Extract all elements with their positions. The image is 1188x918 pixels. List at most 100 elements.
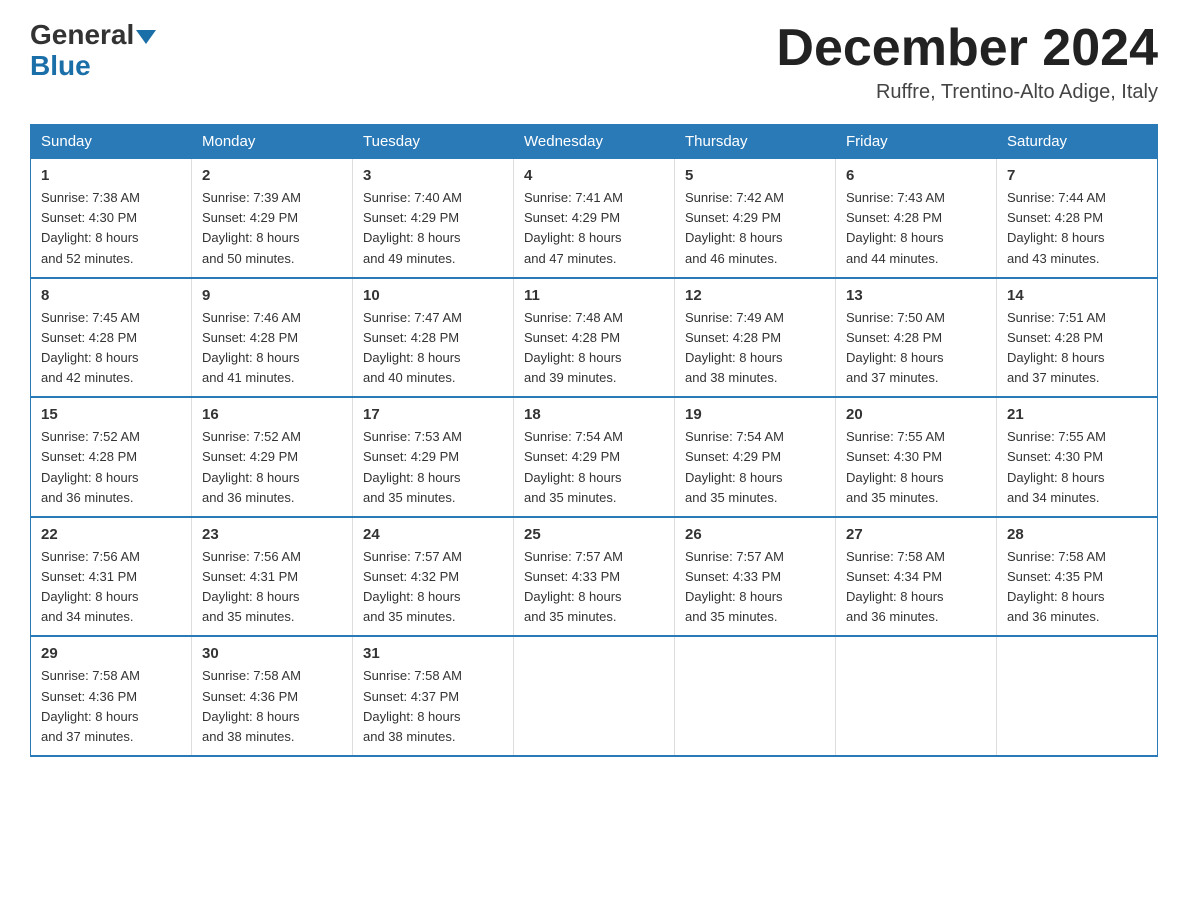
day-number: 21 — [1007, 406, 1147, 423]
day-info: Sunrise: 7:56 AM Sunset: 4:31 PM Dayligh… — [41, 547, 181, 628]
calendar-cell: 30 Sunrise: 7:58 AM Sunset: 4:36 PM Dayl… — [192, 636, 353, 756]
day-info: Sunrise: 7:55 AM Sunset: 4:30 PM Dayligh… — [1007, 427, 1147, 508]
calendar-cell — [675, 636, 836, 756]
calendar-cell: 28 Sunrise: 7:58 AM Sunset: 4:35 PM Dayl… — [997, 517, 1158, 637]
calendar-week-row: 8 Sunrise: 7:45 AM Sunset: 4:28 PM Dayli… — [31, 278, 1158, 398]
day-header-friday: Friday — [836, 125, 997, 159]
day-number: 13 — [846, 287, 986, 304]
title-block: December 2024 Ruffre, Trentino-Alto Adig… — [776, 20, 1158, 104]
day-number: 25 — [524, 526, 664, 543]
day-number: 6 — [846, 167, 986, 184]
calendar-cell: 12 Sunrise: 7:49 AM Sunset: 4:28 PM Dayl… — [675, 278, 836, 398]
calendar-cell: 21 Sunrise: 7:55 AM Sunset: 4:30 PM Dayl… — [997, 397, 1158, 517]
page-header: General Blue December 2024 Ruffre, Trent… — [30, 20, 1158, 104]
day-info: Sunrise: 7:46 AM Sunset: 4:28 PM Dayligh… — [202, 308, 342, 389]
calendar-week-row: 15 Sunrise: 7:52 AM Sunset: 4:28 PM Dayl… — [31, 397, 1158, 517]
day-info: Sunrise: 7:51 AM Sunset: 4:28 PM Dayligh… — [1007, 308, 1147, 389]
day-info: Sunrise: 7:58 AM Sunset: 4:35 PM Dayligh… — [1007, 547, 1147, 628]
day-number: 7 — [1007, 167, 1147, 184]
day-number: 26 — [685, 526, 825, 543]
day-info: Sunrise: 7:38 AM Sunset: 4:30 PM Dayligh… — [41, 188, 181, 269]
day-info: Sunrise: 7:52 AM Sunset: 4:28 PM Dayligh… — [41, 427, 181, 508]
day-number: 30 — [202, 645, 342, 662]
day-info: Sunrise: 7:54 AM Sunset: 4:29 PM Dayligh… — [685, 427, 825, 508]
calendar-cell: 16 Sunrise: 7:52 AM Sunset: 4:29 PM Dayl… — [192, 397, 353, 517]
calendar-cell: 4 Sunrise: 7:41 AM Sunset: 4:29 PM Dayli… — [514, 159, 675, 278]
calendar-cell: 3 Sunrise: 7:40 AM Sunset: 4:29 PM Dayli… — [353, 159, 514, 278]
day-number: 23 — [202, 526, 342, 543]
day-info: Sunrise: 7:58 AM Sunset: 4:36 PM Dayligh… — [41, 666, 181, 747]
calendar-cell: 25 Sunrise: 7:57 AM Sunset: 4:33 PM Dayl… — [514, 517, 675, 637]
logo-blue-text: Blue — [30, 51, 156, 82]
calendar-cell: 31 Sunrise: 7:58 AM Sunset: 4:37 PM Dayl… — [353, 636, 514, 756]
day-info: Sunrise: 7:49 AM Sunset: 4:28 PM Dayligh… — [685, 308, 825, 389]
calendar-cell: 7 Sunrise: 7:44 AM Sunset: 4:28 PM Dayli… — [997, 159, 1158, 278]
calendar-cell: 27 Sunrise: 7:58 AM Sunset: 4:34 PM Dayl… — [836, 517, 997, 637]
day-info: Sunrise: 7:58 AM Sunset: 4:37 PM Dayligh… — [363, 666, 503, 747]
logo-triangle-icon — [136, 30, 156, 44]
day-info: Sunrise: 7:44 AM Sunset: 4:28 PM Dayligh… — [1007, 188, 1147, 269]
month-title: December 2024 — [776, 20, 1158, 77]
day-number: 29 — [41, 645, 181, 662]
day-number: 5 — [685, 167, 825, 184]
calendar-cell: 23 Sunrise: 7:56 AM Sunset: 4:31 PM Dayl… — [192, 517, 353, 637]
calendar-cell: 1 Sunrise: 7:38 AM Sunset: 4:30 PM Dayli… — [31, 159, 192, 278]
calendar-cell: 26 Sunrise: 7:57 AM Sunset: 4:33 PM Dayl… — [675, 517, 836, 637]
calendar-cell: 10 Sunrise: 7:47 AM Sunset: 4:28 PM Dayl… — [353, 278, 514, 398]
day-header-monday: Monday — [192, 125, 353, 159]
calendar-cell: 22 Sunrise: 7:56 AM Sunset: 4:31 PM Dayl… — [31, 517, 192, 637]
day-info: Sunrise: 7:47 AM Sunset: 4:28 PM Dayligh… — [363, 308, 503, 389]
day-info: Sunrise: 7:57 AM Sunset: 4:33 PM Dayligh… — [685, 547, 825, 628]
day-number: 31 — [363, 645, 503, 662]
day-info: Sunrise: 7:43 AM Sunset: 4:28 PM Dayligh… — [846, 188, 986, 269]
day-number: 18 — [524, 406, 664, 423]
day-number: 8 — [41, 287, 181, 304]
day-number: 15 — [41, 406, 181, 423]
logo-general-text: General — [30, 19, 134, 50]
calendar-cell: 18 Sunrise: 7:54 AM Sunset: 4:29 PM Dayl… — [514, 397, 675, 517]
calendar-cell: 20 Sunrise: 7:55 AM Sunset: 4:30 PM Dayl… — [836, 397, 997, 517]
calendar-cell — [514, 636, 675, 756]
day-header-tuesday: Tuesday — [353, 125, 514, 159]
day-number: 4 — [524, 167, 664, 184]
day-info: Sunrise: 7:50 AM Sunset: 4:28 PM Dayligh… — [846, 308, 986, 389]
calendar-cell: 13 Sunrise: 7:50 AM Sunset: 4:28 PM Dayl… — [836, 278, 997, 398]
day-info: Sunrise: 7:58 AM Sunset: 4:34 PM Dayligh… — [846, 547, 986, 628]
calendar-cell: 24 Sunrise: 7:57 AM Sunset: 4:32 PM Dayl… — [353, 517, 514, 637]
day-info: Sunrise: 7:45 AM Sunset: 4:28 PM Dayligh… — [41, 308, 181, 389]
day-info: Sunrise: 7:57 AM Sunset: 4:33 PM Dayligh… — [524, 547, 664, 628]
day-number: 11 — [524, 287, 664, 304]
calendar-cell: 9 Sunrise: 7:46 AM Sunset: 4:28 PM Dayli… — [192, 278, 353, 398]
day-info: Sunrise: 7:41 AM Sunset: 4:29 PM Dayligh… — [524, 188, 664, 269]
day-number: 27 — [846, 526, 986, 543]
day-info: Sunrise: 7:48 AM Sunset: 4:28 PM Dayligh… — [524, 308, 664, 389]
day-info: Sunrise: 7:56 AM Sunset: 4:31 PM Dayligh… — [202, 547, 342, 628]
day-info: Sunrise: 7:55 AM Sunset: 4:30 PM Dayligh… — [846, 427, 986, 508]
day-number: 14 — [1007, 287, 1147, 304]
calendar-week-row: 22 Sunrise: 7:56 AM Sunset: 4:31 PM Dayl… — [31, 517, 1158, 637]
calendar-cell: 19 Sunrise: 7:54 AM Sunset: 4:29 PM Dayl… — [675, 397, 836, 517]
day-number: 17 — [363, 406, 503, 423]
day-number: 19 — [685, 406, 825, 423]
day-header-sunday: Sunday — [31, 125, 192, 159]
calendar-cell: 6 Sunrise: 7:43 AM Sunset: 4:28 PM Dayli… — [836, 159, 997, 278]
day-number: 20 — [846, 406, 986, 423]
calendar-week-row: 1 Sunrise: 7:38 AM Sunset: 4:30 PM Dayli… — [31, 159, 1158, 278]
calendar-cell — [836, 636, 997, 756]
day-header-saturday: Saturday — [997, 125, 1158, 159]
day-header-wednesday: Wednesday — [514, 125, 675, 159]
day-number: 22 — [41, 526, 181, 543]
calendar-cell: 17 Sunrise: 7:53 AM Sunset: 4:29 PM Dayl… — [353, 397, 514, 517]
day-info: Sunrise: 7:57 AM Sunset: 4:32 PM Dayligh… — [363, 547, 503, 628]
day-info: Sunrise: 7:42 AM Sunset: 4:29 PM Dayligh… — [685, 188, 825, 269]
day-number: 12 — [685, 287, 825, 304]
day-number: 9 — [202, 287, 342, 304]
calendar-cell: 5 Sunrise: 7:42 AM Sunset: 4:29 PM Dayli… — [675, 159, 836, 278]
day-info: Sunrise: 7:40 AM Sunset: 4:29 PM Dayligh… — [363, 188, 503, 269]
day-info: Sunrise: 7:54 AM Sunset: 4:29 PM Dayligh… — [524, 427, 664, 508]
calendar-week-row: 29 Sunrise: 7:58 AM Sunset: 4:36 PM Dayl… — [31, 636, 1158, 756]
day-number: 16 — [202, 406, 342, 423]
day-number: 24 — [363, 526, 503, 543]
day-number: 3 — [363, 167, 503, 184]
day-number: 28 — [1007, 526, 1147, 543]
